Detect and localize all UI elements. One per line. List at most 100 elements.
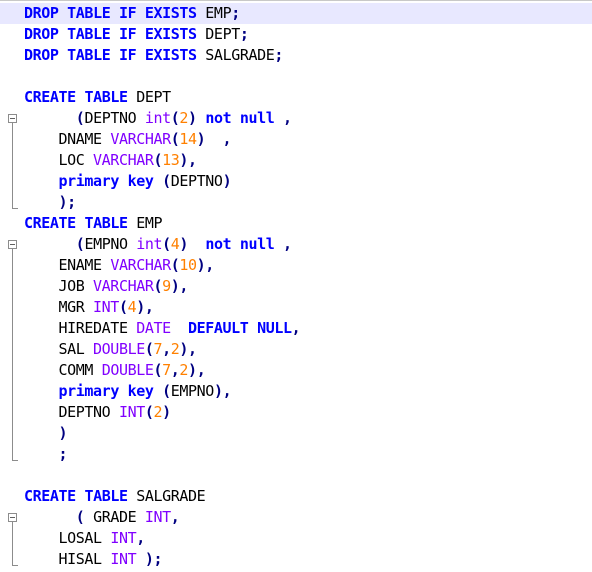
code-line[interactable] (0, 66, 592, 87)
code-line[interactable]: HISAL INT ); (0, 549, 592, 570)
code-token: INT (144, 508, 171, 526)
code-line[interactable]: MGR INT(4), (0, 297, 592, 318)
code-line[interactable]: LOSAL INT, (0, 528, 592, 549)
code-line-text: (EMPNO int(4) not null , (24, 234, 292, 255)
code-token: , (196, 361, 206, 379)
code-token: VARCHAR (110, 130, 171, 148)
code-token: ) (144, 550, 154, 568)
code-line[interactable]: ); (0, 192, 592, 213)
code-line[interactable]: primary key (DEPTNO) (0, 171, 592, 192)
code-line[interactable]: CREATE TABLE DEPT (0, 87, 592, 108)
code-token: 10 (179, 256, 197, 274)
code-token: ) (222, 172, 232, 190)
code-line-text: primary key (EMPNO), (24, 381, 232, 402)
code-token: EMP (196, 4, 232, 22)
code-token: ( (153, 361, 163, 379)
code-token: DEFAULT (188, 319, 249, 337)
code-line[interactable]: JOB VARCHAR(9), (0, 276, 592, 297)
code-line[interactable]: CREATE TABLE SALGRADE (0, 486, 592, 507)
code-token: MGR (24, 298, 94, 316)
code-token: ( (144, 403, 154, 421)
code-line-text: ; (24, 444, 68, 465)
code-line-text: DROP TABLE IF EXISTS EMP; (24, 3, 240, 24)
code-line[interactable]: primary key (EMPNO), (0, 381, 592, 402)
code-token: TABLE (67, 46, 111, 64)
code-token: ; (153, 550, 163, 568)
code-line[interactable] (0, 465, 592, 486)
fold-collapse-icon[interactable] (8, 114, 17, 123)
code-token: ) (136, 298, 145, 316)
code-line[interactable]: ( GRADE INT, (0, 507, 592, 528)
code-line[interactable]: CREATE TABLE EMP (0, 213, 592, 234)
code-token: , (283, 109, 292, 127)
code-token: DNAME (24, 130, 111, 148)
code-editor[interactable]: DROP TABLE IF EXISTS EMP; DROP TABLE IF E… (0, 0, 592, 572)
code-line[interactable]: COMM DOUBLE(7,2), (0, 360, 592, 381)
code-token: DROP (24, 4, 59, 22)
code-token: key (127, 172, 154, 190)
fold-guide-line (12, 249, 13, 460)
code-token: int (136, 235, 163, 253)
code-token: ; (67, 193, 76, 211)
code-token: ( (162, 172, 171, 190)
code-token: INT (93, 298, 119, 316)
code-token: HIREDATE (24, 319, 137, 337)
code-line[interactable]: (DEPTNO int(2) not null , (0, 108, 592, 129)
code-token: EMPNO (84, 235, 137, 253)
code-line[interactable]: (EMPNO int(4) not null , (0, 234, 592, 255)
code-line[interactable]: HIREDATE DATE DEFAULT NULL, (0, 318, 592, 339)
code-token: INT (110, 529, 137, 547)
code-line[interactable]: ) (0, 423, 592, 444)
code-token: HISAL (24, 550, 111, 568)
code-line[interactable]: LOC VARCHAR(13), (0, 150, 592, 171)
code-token: ) (58, 193, 68, 211)
code-token: DROP (24, 25, 59, 43)
code-line-text: SAL DOUBLE(7,2), (24, 339, 198, 360)
code-token: ) (179, 151, 189, 169)
code-line[interactable]: DROP TABLE IF EXISTS SALGRADE; (0, 45, 592, 66)
code-line-text: LOC VARCHAR(13), (24, 150, 198, 171)
code-line[interactable]: DROP TABLE IF EXISTS DEPT; (0, 24, 592, 45)
code-line[interactable]: DNAME VARCHAR(14) , (0, 129, 592, 150)
code-line-text: JOB VARCHAR(9), (24, 276, 189, 297)
code-token: null (239, 109, 275, 127)
code-line-text: ENAME VARCHAR(10), (24, 255, 215, 276)
code-line[interactable]: DEPTNO INT(2) (0, 402, 592, 423)
code-token: DEPTNO (24, 403, 119, 421)
fold-guide-line (12, 522, 13, 565)
code-token: , (205, 256, 214, 274)
code-token: INT (110, 550, 137, 568)
code-line[interactable]: DROP TABLE IF EXISTS EMP; (0, 3, 592, 24)
code-token: DOUBLE (101, 361, 154, 379)
code-line[interactable]: ENAME VARCHAR(10), (0, 255, 592, 276)
code-token: , (222, 382, 232, 400)
code-line-text: LOSAL INT, (24, 528, 146, 549)
code-token: DEPT (127, 88, 171, 106)
code-token: TABLE (84, 88, 128, 106)
code-line[interactable]: SAL DOUBLE(7,2), (0, 339, 592, 360)
fold-collapse-icon[interactable] (8, 513, 17, 522)
code-token: 7 (162, 361, 171, 379)
code-line[interactable]: ; (0, 444, 592, 465)
code-token: ; (274, 46, 283, 64)
code-token: ( (153, 277, 163, 295)
code-token: , (291, 319, 301, 337)
code-token: ENAME (24, 256, 111, 274)
code-token: VARCHAR (93, 151, 154, 169)
code-token: DEPTNO (84, 109, 145, 127)
code-token: key (127, 382, 154, 400)
code-token: , (170, 508, 180, 526)
fold-collapse-icon[interactable] (8, 240, 17, 249)
code-token: DATE (136, 319, 171, 337)
